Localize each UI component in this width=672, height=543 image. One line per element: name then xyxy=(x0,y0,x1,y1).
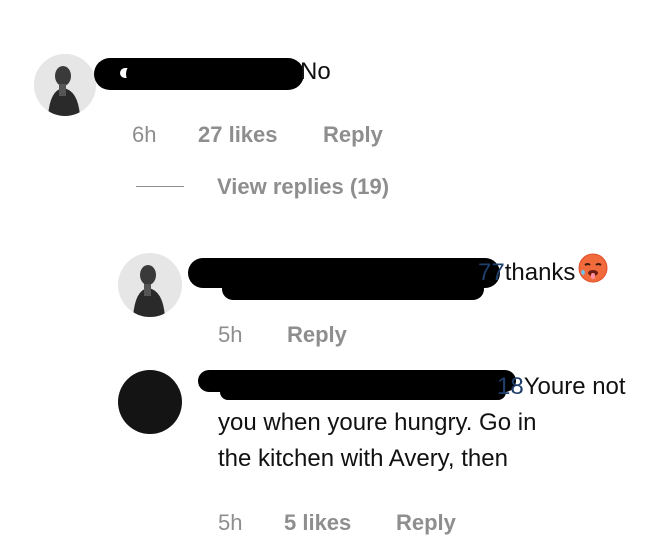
comment-time: 6h xyxy=(132,122,157,147)
likes-count[interactable]: 27 likes xyxy=(198,122,278,148)
redaction-scribble xyxy=(126,62,301,86)
avatar[interactable] xyxy=(118,370,182,434)
avatar[interactable] xyxy=(34,54,96,116)
redaction-scribble xyxy=(220,384,506,400)
reply-text-line: the kitchen with Avery, then xyxy=(218,445,508,472)
reply-time: 5h xyxy=(218,510,243,535)
reply-button[interactable]: Reply xyxy=(323,122,383,148)
reply-message: Youre not xyxy=(523,373,626,400)
mention-link[interactable]: 77 xyxy=(478,259,505,286)
view-replies-button[interactable]: View replies (19) xyxy=(217,174,389,200)
reply-time: 5h xyxy=(218,322,243,347)
reply-text: 77thanks xyxy=(478,252,609,295)
mention-link[interactable]: 18 xyxy=(497,373,524,400)
reply-button[interactable]: Reply xyxy=(287,322,347,348)
reply-text: 18Youre not xyxy=(497,369,626,405)
likes-count[interactable]: 5 likes xyxy=(284,510,351,536)
reply-button[interactable]: Reply xyxy=(396,510,456,536)
comment-text: No xyxy=(300,58,331,85)
reply-text-line: you when youre hungry. Go in xyxy=(218,409,537,436)
reply-message: thanks xyxy=(504,258,576,286)
hot-face-icon xyxy=(577,252,609,295)
replies-divider xyxy=(136,186,184,187)
redaction-scribble xyxy=(222,278,484,300)
avatar[interactable] xyxy=(118,253,182,317)
